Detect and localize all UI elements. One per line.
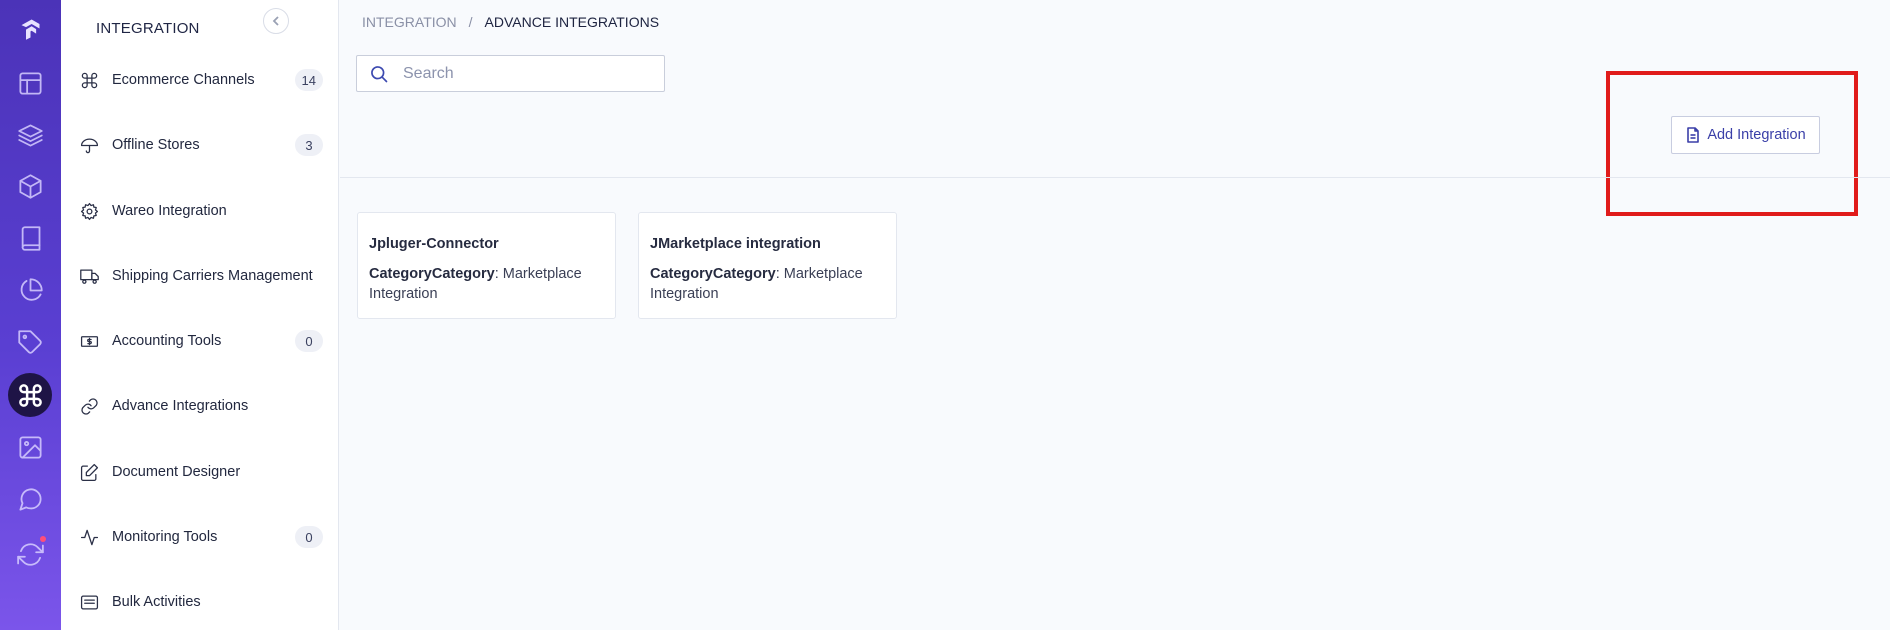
category-key: CategoryCategory <box>650 266 776 282</box>
highlight-box <box>1606 71 1858 216</box>
sidebar-item-label: Document Designer <box>112 464 241 480</box>
book-icon[interactable] <box>8 216 52 260</box>
count-badge: 14 <box>294 69 323 91</box>
sidebar-item-label: Bulk Activities <box>112 594 201 610</box>
sidebar-item-label: Shipping Carriers Management <box>112 268 313 284</box>
search-input[interactable] <box>403 64 643 83</box>
sidebar-item-monitoring-tools[interactable]: Monitoring Tools 0 <box>79 521 323 553</box>
card-category: CategoryCategory: Marketplace Integratio… <box>369 264 604 304</box>
layout-icon[interactable] <box>8 61 52 105</box>
card-category: CategoryCategory: Marketplace Integratio… <box>650 264 885 304</box>
chat-icon[interactable] <box>8 477 52 521</box>
sidebar-item-label: Ecommerce Channels <box>112 72 255 88</box>
logo-icon[interactable] <box>8 6 52 50</box>
breadcrumb-parent-link[interactable]: INTEGRATION <box>362 14 457 30</box>
edit-icon <box>79 462 99 482</box>
truck-icon <box>79 266 99 286</box>
gear-icon <box>79 201 99 221</box>
layers-icon[interactable] <box>8 113 52 157</box>
sidebar-item-document-designer[interactable]: Document Designer <box>79 456 323 488</box>
tag-icon[interactable] <box>8 320 52 364</box>
sidebar-item-wareo-integration[interactable]: Wareo Integration <box>79 195 323 227</box>
link-icon <box>79 396 99 416</box>
divider <box>340 177 1890 178</box>
breadcrumb-current: ADVANCE INTEGRATIONS <box>484 14 660 30</box>
count-badge: 3 <box>295 134 323 156</box>
search-box[interactable] <box>356 55 665 92</box>
command-icon <box>79 70 99 90</box>
card-title: Jpluger-Connector <box>369 236 499 252</box>
sidebar-item-advance-integrations[interactable]: Advance Integrations <box>79 390 323 422</box>
integration-sidebar: INTEGRATION Ecommerce Channels 14 Offlin… <box>61 0 339 630</box>
sidebar-item-shipping-carriers[interactable]: Shipping Carriers Management <box>79 260 323 292</box>
money-icon <box>79 331 99 351</box>
integration-card[interactable]: JMarketplace integration CategoryCategor… <box>638 212 897 319</box>
sidebar-item-label: Accounting Tools <box>112 333 222 349</box>
search-icon <box>371 65 388 82</box>
count-badge: 0 <box>295 526 323 548</box>
integration-card[interactable]: Jpluger-Connector CategoryCategory: Mark… <box>357 212 616 319</box>
sidebar-item-ecommerce-channels[interactable]: Ecommerce Channels 14 <box>79 64 323 96</box>
card-title: JMarketplace integration <box>650 236 821 252</box>
umbrella-icon <box>79 135 99 155</box>
breadcrumb-separator: / <box>468 14 473 30</box>
command-icon[interactable] <box>8 373 52 417</box>
count-badge: 0 <box>295 330 323 352</box>
sidebar-item-label: Monitoring Tools <box>112 529 218 545</box>
icon-rail <box>0 0 61 630</box>
breadcrumb: INTEGRATION / ADVANCE INTEGRATIONS <box>362 14 659 30</box>
sidebar-item-offline-stores[interactable]: Offline Stores 3 <box>79 129 323 161</box>
box-icon[interactable] <box>8 164 52 208</box>
activity-icon <box>79 527 99 547</box>
sidebar-item-accounting-tools[interactable]: Accounting Tools 0 <box>79 325 323 357</box>
sidebar-item-bulk-activities[interactable]: Bulk Activities <box>79 586 323 618</box>
sidebar-item-label: Wareo Integration <box>112 203 227 219</box>
chevron-left-icon <box>272 16 279 26</box>
sidebar-item-label: Advance Integrations <box>112 398 249 414</box>
pie-chart-icon[interactable] <box>8 268 52 312</box>
sidebar-title: INTEGRATION <box>96 20 200 37</box>
collapse-sidebar-button[interactable] <box>263 8 289 34</box>
sidebar-item-label: Offline Stores <box>112 137 200 153</box>
category-key: CategoryCategory <box>369 266 495 282</box>
list-icon <box>79 592 99 612</box>
image-icon[interactable] <box>8 425 52 469</box>
notification-dot <box>40 536 46 542</box>
